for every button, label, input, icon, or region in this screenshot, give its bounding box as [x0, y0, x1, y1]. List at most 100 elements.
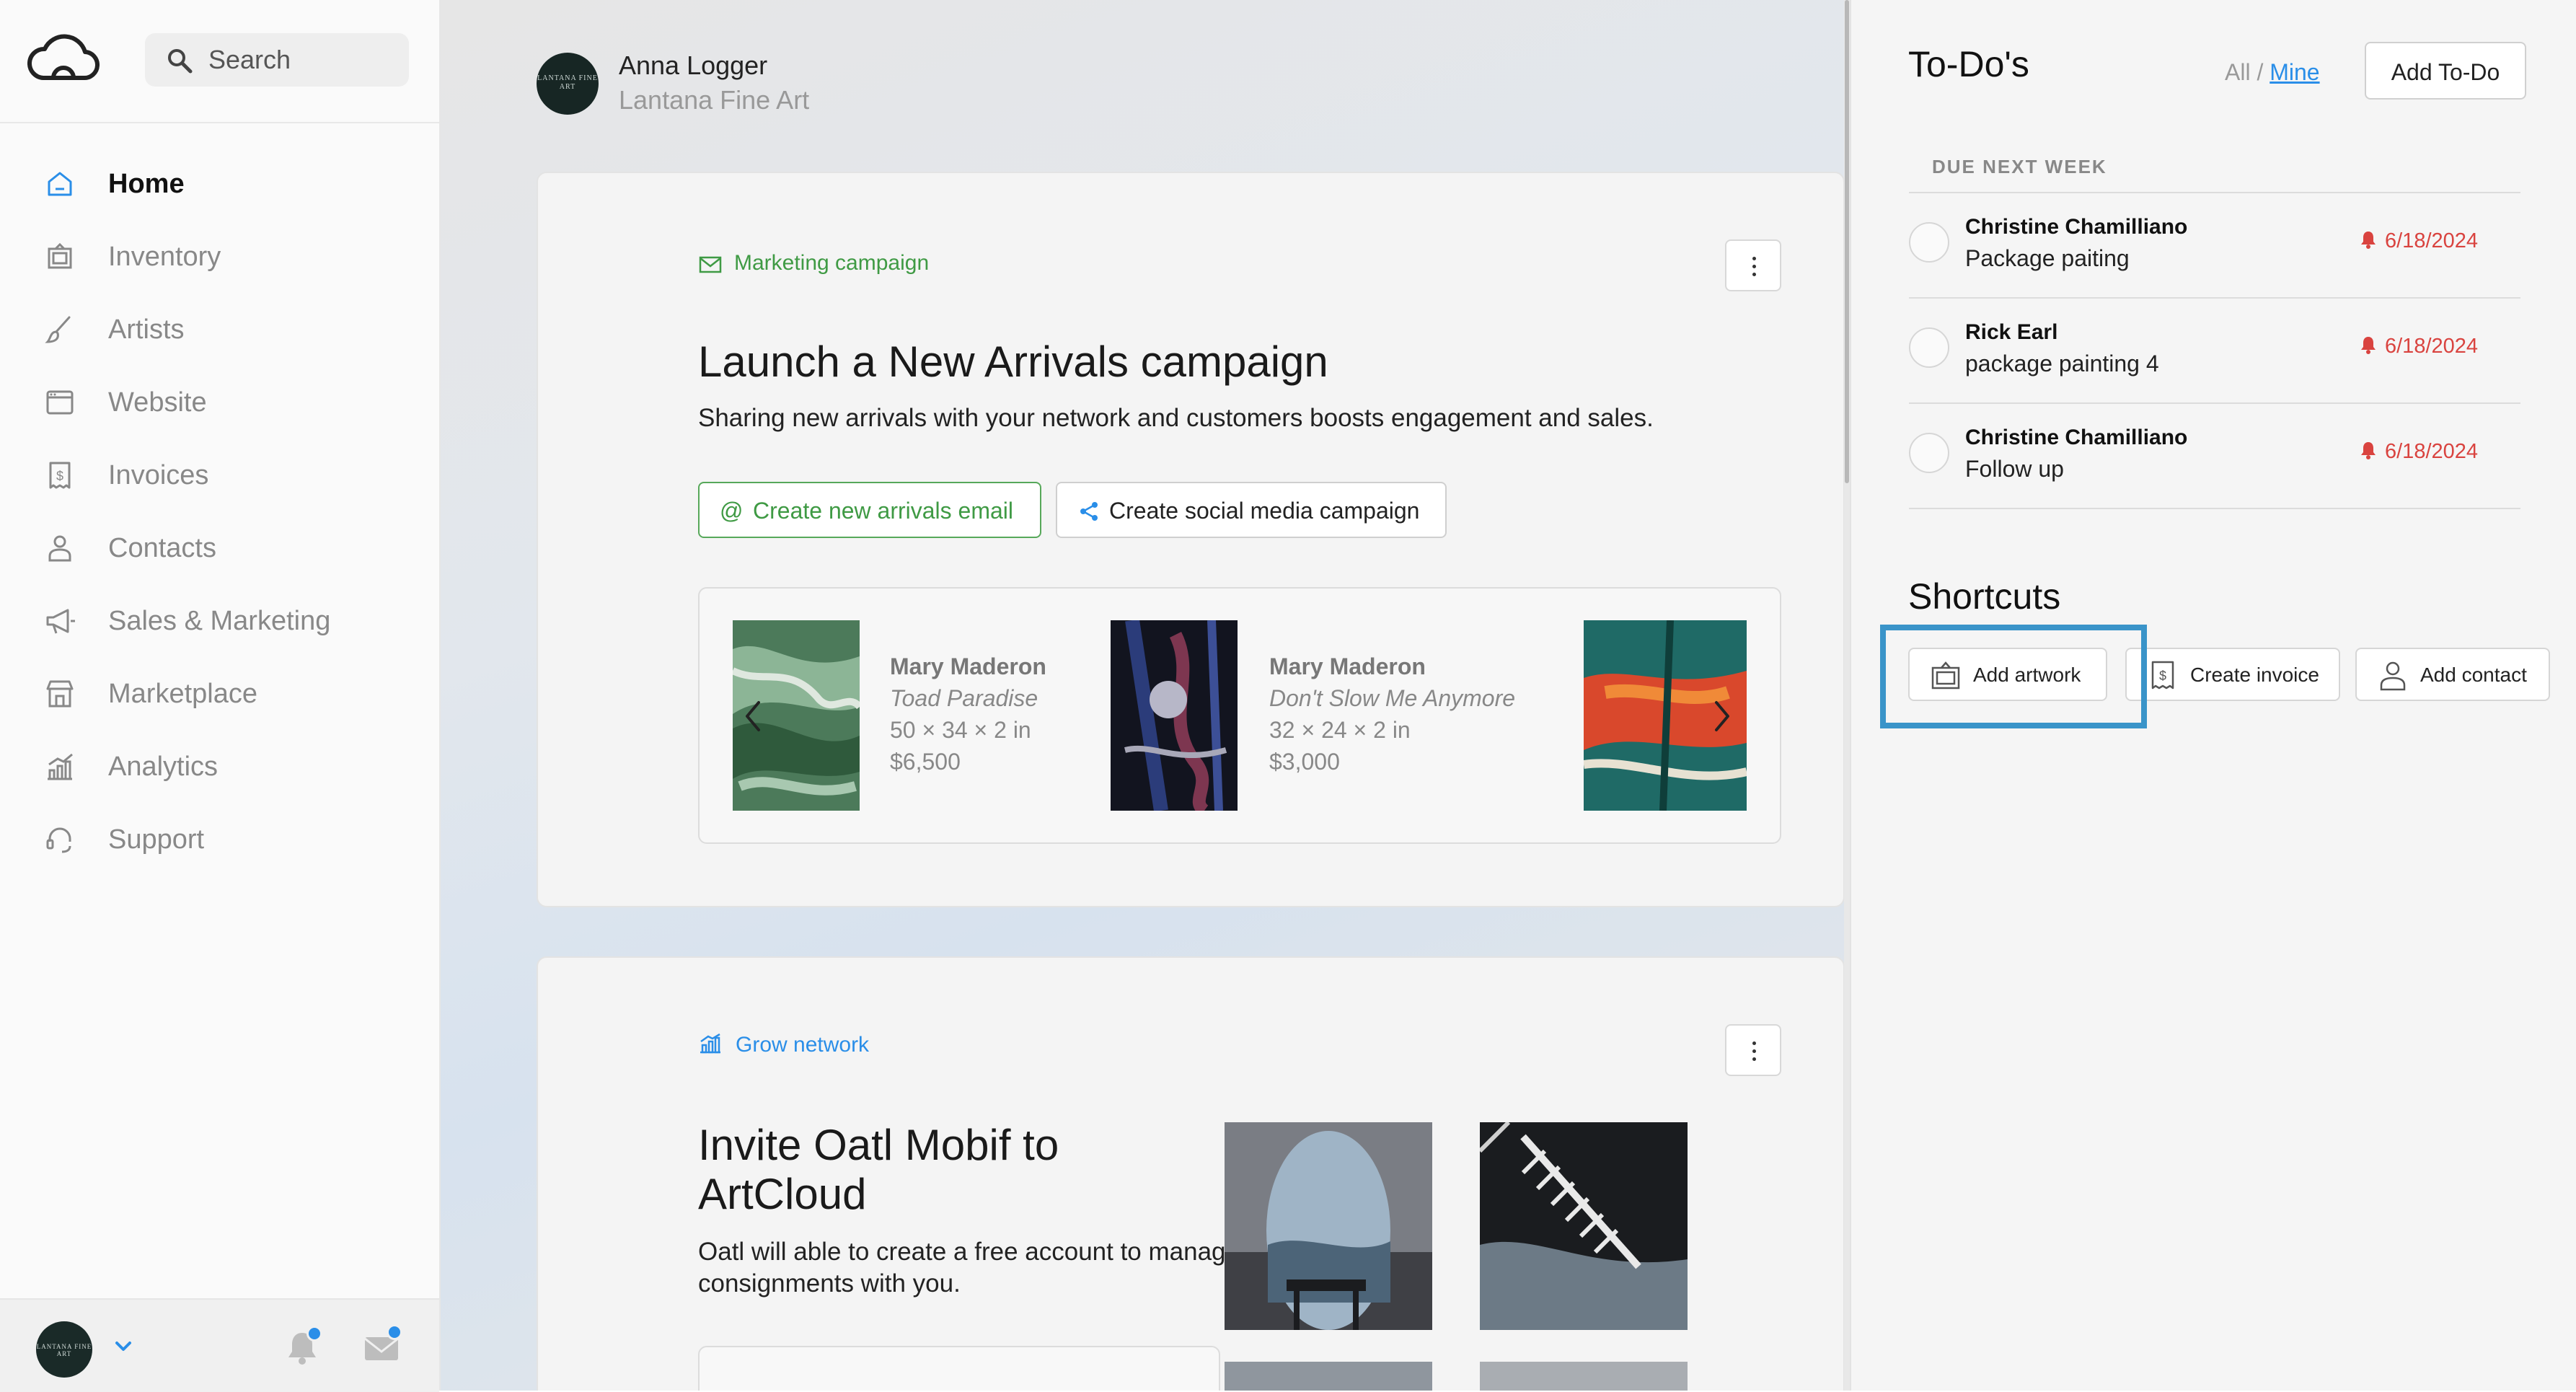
button-label: Create social media campaign	[1109, 498, 1420, 524]
sidebar-item-label: Marketplace	[108, 679, 257, 709]
sidebar: Home Inventory Artists Website $ Invoice…	[0, 0, 441, 1392]
todo-item[interactable]: Rick Earl package painting 4 6/18/2024	[1909, 299, 2520, 402]
store-icon	[46, 680, 74, 708]
search-input[interactable]	[208, 33, 396, 87]
filter-separator: /	[2250, 59, 2270, 85]
create-social-media-campaign-button[interactable]: Create social media campaign	[1056, 482, 1447, 538]
create-invoice-shortcut-button[interactable]: $ Create invoice	[2125, 648, 2340, 701]
todo-task: package painting 4	[1965, 351, 2159, 376]
share-icon	[1080, 502, 1098, 521]
sidebar-item-marketplace[interactable]: Marketplace	[0, 661, 439, 726]
todo-item[interactable]: Christine Chamilliano Package paiting 6/…	[1909, 193, 2520, 297]
button-label: Add To-Do	[2391, 59, 2500, 85]
todo-checkbox[interactable]	[1909, 222, 1949, 263]
todo-assignee: Christine Chamilliano	[1965, 426, 2188, 449]
todo-assignee: Christine Chamilliano	[1965, 215, 2188, 239]
sidebar-item-invoices[interactable]: $ Invoices	[0, 443, 439, 508]
user-avatar: LANTANA FINE ART	[537, 53, 599, 115]
network-thumbnail-image	[1225, 1362, 1432, 1391]
invite-preview-card	[698, 1346, 1220, 1391]
sidebar-footer: LANTANA FINE ART	[0, 1298, 439, 1392]
sidebar-item-inventory[interactable]: Inventory	[0, 224, 439, 289]
mail-icon	[699, 256, 722, 273]
sidebar-item-website[interactable]: Website	[0, 370, 439, 435]
svg-text:$: $	[2159, 669, 2166, 683]
create-new-arrivals-email-button[interactable]: @ Create new arrivals email	[698, 482, 1041, 538]
network-thumbnail-image	[1225, 1122, 1432, 1330]
todo-filter: All / Mine	[2225, 59, 2320, 86]
at-icon: @	[720, 498, 744, 524]
sidebar-item-analytics[interactable]: Analytics	[0, 734, 439, 799]
grow-network-card: Grow network Invite Oatl Mobif to ArtClo…	[537, 956, 1845, 1391]
button-label: Add contact	[2420, 664, 2527, 686]
home-icon	[48, 172, 72, 196]
card-kicker: Grow network	[736, 1033, 870, 1057]
sidebar-item-artists[interactable]: Artists	[0, 297, 439, 362]
shortcuts-title: Shortcuts	[1908, 576, 2061, 617]
sidebar-header	[0, 0, 439, 123]
filter-all-link[interactable]: All	[2225, 59, 2251, 85]
sidebar-item-label: Invoices	[108, 460, 209, 490]
card-title: Launch a New Arrivals campaign	[698, 338, 1328, 386]
chevron-down-icon[interactable]	[113, 1339, 134, 1354]
invoice-icon: $	[2151, 661, 2174, 690]
artwork-dimensions: 32 × 24 × 2 in	[1269, 717, 1411, 743]
person-icon	[2380, 661, 2406, 691]
todo-task: Follow up	[1965, 456, 2064, 482]
add-todo-button[interactable]: Add To-Do	[2365, 42, 2526, 100]
sidebar-item-contacts[interactable]: Contacts	[0, 516, 439, 581]
todo-checkbox[interactable]	[1909, 327, 1949, 368]
sidebar-item-home[interactable]: Home	[0, 151, 439, 216]
alarm-bell-icon	[2361, 232, 2376, 249]
add-contact-shortcut-button[interactable]: Add contact	[2355, 648, 2550, 701]
sidebar-item-sales-marketing[interactable]: Sales & Marketing	[0, 589, 439, 653]
svg-text:$: $	[56, 469, 63, 483]
main-content: LANTANA FINE ART Anna Logger Lantana Fin…	[441, 0, 1850, 1391]
notification-dot	[306, 1326, 322, 1342]
artwork-image[interactable]	[1111, 620, 1238, 811]
sidebar-item-support[interactable]: Support	[0, 807, 439, 872]
mail-dot	[387, 1324, 402, 1340]
search-box[interactable]	[145, 33, 409, 87]
button-label: Create invoice	[2190, 664, 2319, 686]
filter-mine-link[interactable]: Mine	[2270, 59, 2319, 85]
focus-highlight-box	[1880, 625, 2147, 728]
network-thumbnail-image	[1480, 1362, 1688, 1391]
todo-due-date: 6/18/2024	[2385, 229, 2479, 252]
sidebar-item-label: Sales & Marketing	[108, 606, 331, 636]
sidebar-item-label: Analytics	[108, 752, 219, 782]
card-menu-button[interactable]	[1725, 239, 1781, 291]
person-icon	[48, 535, 71, 562]
todo-title: To-Do's	[1908, 44, 2029, 84]
alarm-bell-icon	[2361, 337, 2376, 354]
todo-due-date: 6/18/2024	[2385, 335, 2479, 358]
artwork-title: Don't Slow Me Anymore	[1269, 685, 1516, 711]
invoice-icon: $	[49, 462, 71, 489]
sidebar-item-label: Artists	[108, 314, 185, 345]
scrollbar-thumb[interactable]	[1845, 0, 1849, 483]
account-avatar[interactable]: LANTANA FINE ART	[36, 1321, 92, 1378]
todo-checkbox[interactable]	[1909, 433, 1949, 473]
card-title: Invite Oatl Mobif to ArtCloud	[698, 1121, 1059, 1218]
user-name: Anna Logger	[619, 50, 768, 80]
card-menu-button[interactable]	[1725, 1024, 1781, 1076]
todo-panel: To-Do's All / Mine Add To-Do DUE NEXT WE…	[1850, 0, 2576, 1391]
new-arrivals-carousel: Mary Maderon Toad Paradise 50 × 34 × 2 i…	[698, 587, 1781, 844]
search-icon	[168, 49, 193, 74]
avatar-text: LANTANA FINE ART	[537, 74, 598, 91]
todo-due-date: 6/18/2024	[2385, 440, 2479, 463]
carousel-next-arrow-icon[interactable]	[1711, 698, 1732, 734]
avatar-text: LANTANA FINE ART	[36, 1343, 92, 1357]
artwork-price: $6,500	[890, 749, 961, 775]
cloud-logo-icon[interactable]	[27, 30, 100, 85]
sidebar-item-label: Support	[108, 824, 205, 855]
sidebar-item-label: Inventory	[108, 242, 221, 272]
divider	[1909, 508, 2520, 509]
carousel-prev-arrow-icon[interactable]	[743, 698, 764, 734]
section-label: DUE NEXT WEEK	[1932, 156, 2107, 177]
artwork-artist: Mary Maderon	[1269, 653, 1426, 679]
button-label: Create new arrivals email	[753, 498, 1014, 524]
browser-icon	[46, 390, 74, 415]
todo-item[interactable]: Christine Chamilliano Follow up 6/18/202…	[1909, 404, 2520, 508]
sidebar-item-label: Contacts	[108, 533, 216, 563]
